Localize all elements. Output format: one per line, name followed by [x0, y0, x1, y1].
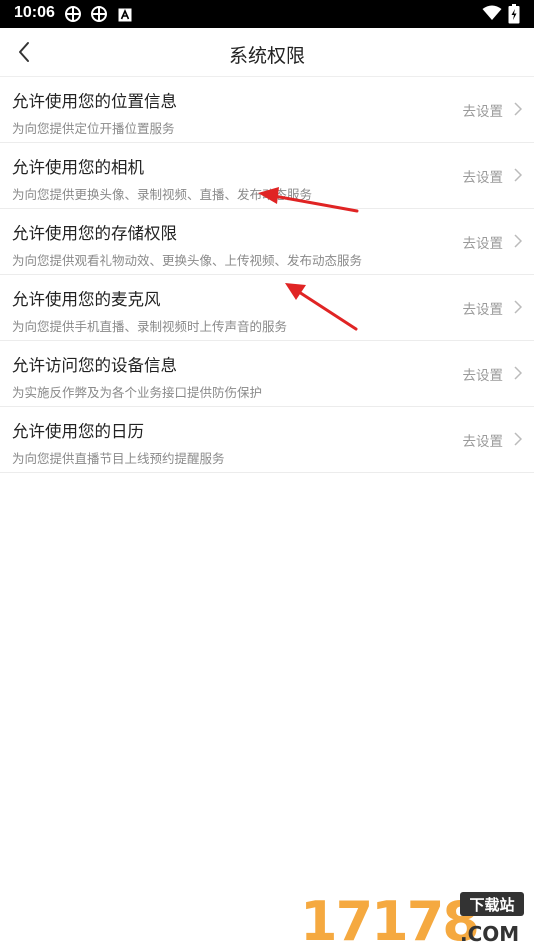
site-watermark-logo: 17178 下载站 .COM [300, 890, 524, 946]
chevron-right-icon [514, 366, 522, 380]
permission-description: 为向您提供直播节目上线预约提醒服务 [12, 451, 225, 466]
permission-title: 允许访问您的设备信息 [12, 356, 177, 375]
app-notification-icon [90, 6, 108, 26]
permission-title: 允许使用您的麦克风 [12, 290, 161, 309]
watermark-badge: 下载站 [469, 896, 514, 914]
go-settings-link[interactable]: 去设置 [463, 232, 504, 252]
permission-row-device-info[interactable]: 允许访问您的设备信息 为实施反作弊及为各个业务接口提供防伤保护 去设置 [0, 341, 534, 407]
permission-description: 为向您提供更换头像、录制视频、直播、发布动态服务 [12, 187, 313, 202]
page-title: 系统权限 [228, 45, 305, 67]
go-settings-link[interactable]: 去设置 [463, 100, 504, 120]
permission-row-location[interactable]: 允许使用您的位置信息 为向您提供定位开播位置服务 去设置 [0, 77, 534, 143]
a-notification-icon [118, 7, 132, 26]
permission-title: 允许使用您的相机 [12, 158, 144, 177]
go-settings-link[interactable]: 去设置 [463, 298, 504, 318]
permission-description: 为实施反作弊及为各个业务接口提供防伤保护 [12, 385, 263, 400]
permission-title: 允许使用您的位置信息 [12, 92, 177, 111]
go-settings-link[interactable]: 去设置 [463, 430, 504, 450]
wifi-icon [482, 5, 502, 25]
permission-list: 允许使用您的位置信息 为向您提供定位开播位置服务 去设置 允许使用您的相机 为向… [0, 77, 534, 473]
nav-bar: 系统权限 [0, 28, 534, 77]
permission-row-calendar[interactable]: 允许使用您的日历 为向您提供直播节目上线预约提醒服务 去设置 [0, 407, 534, 473]
go-settings-link[interactable]: 去设置 [463, 166, 504, 186]
permission-row-microphone[interactable]: 允许使用您的麦克风 为向您提供手机直播、录制视频时上传声音的服务 去设置 [0, 275, 534, 341]
permission-description: 为向您提供手机直播、录制视频时上传声音的服务 [12, 319, 288, 334]
chevron-right-icon [514, 234, 522, 248]
permission-description: 为向您提供定位开播位置服务 [12, 121, 175, 136]
status-time: 10:06 [14, 4, 55, 21]
battery-icon [508, 4, 520, 28]
go-settings-link[interactable]: 去设置 [463, 364, 504, 384]
chevron-right-icon [514, 432, 522, 446]
chevron-right-icon [514, 168, 522, 182]
watermark-domain: .COM [460, 922, 519, 946]
permission-row-camera[interactable]: 允许使用您的相机 为向您提供更换头像、录制视频、直播、发布动态服务 去设置 [0, 143, 534, 209]
chevron-right-icon [514, 102, 522, 116]
permission-description: 为向您提供观看礼物动效、更换头像、上传视频、发布动态服务 [12, 253, 363, 268]
permission-row-storage[interactable]: 允许使用您的存储权限 为向您提供观看礼物动效、更换头像、上传视频、发布动态服务 … [0, 209, 534, 275]
status-bar: 10:06 [0, 0, 534, 28]
watermark-number: 17178 [300, 890, 478, 946]
permission-title: 允许使用您的存储权限 [12, 224, 177, 243]
chevron-right-icon [514, 300, 522, 314]
permission-title: 允许使用您的日历 [12, 422, 144, 441]
app-notification-icon [64, 6, 82, 26]
